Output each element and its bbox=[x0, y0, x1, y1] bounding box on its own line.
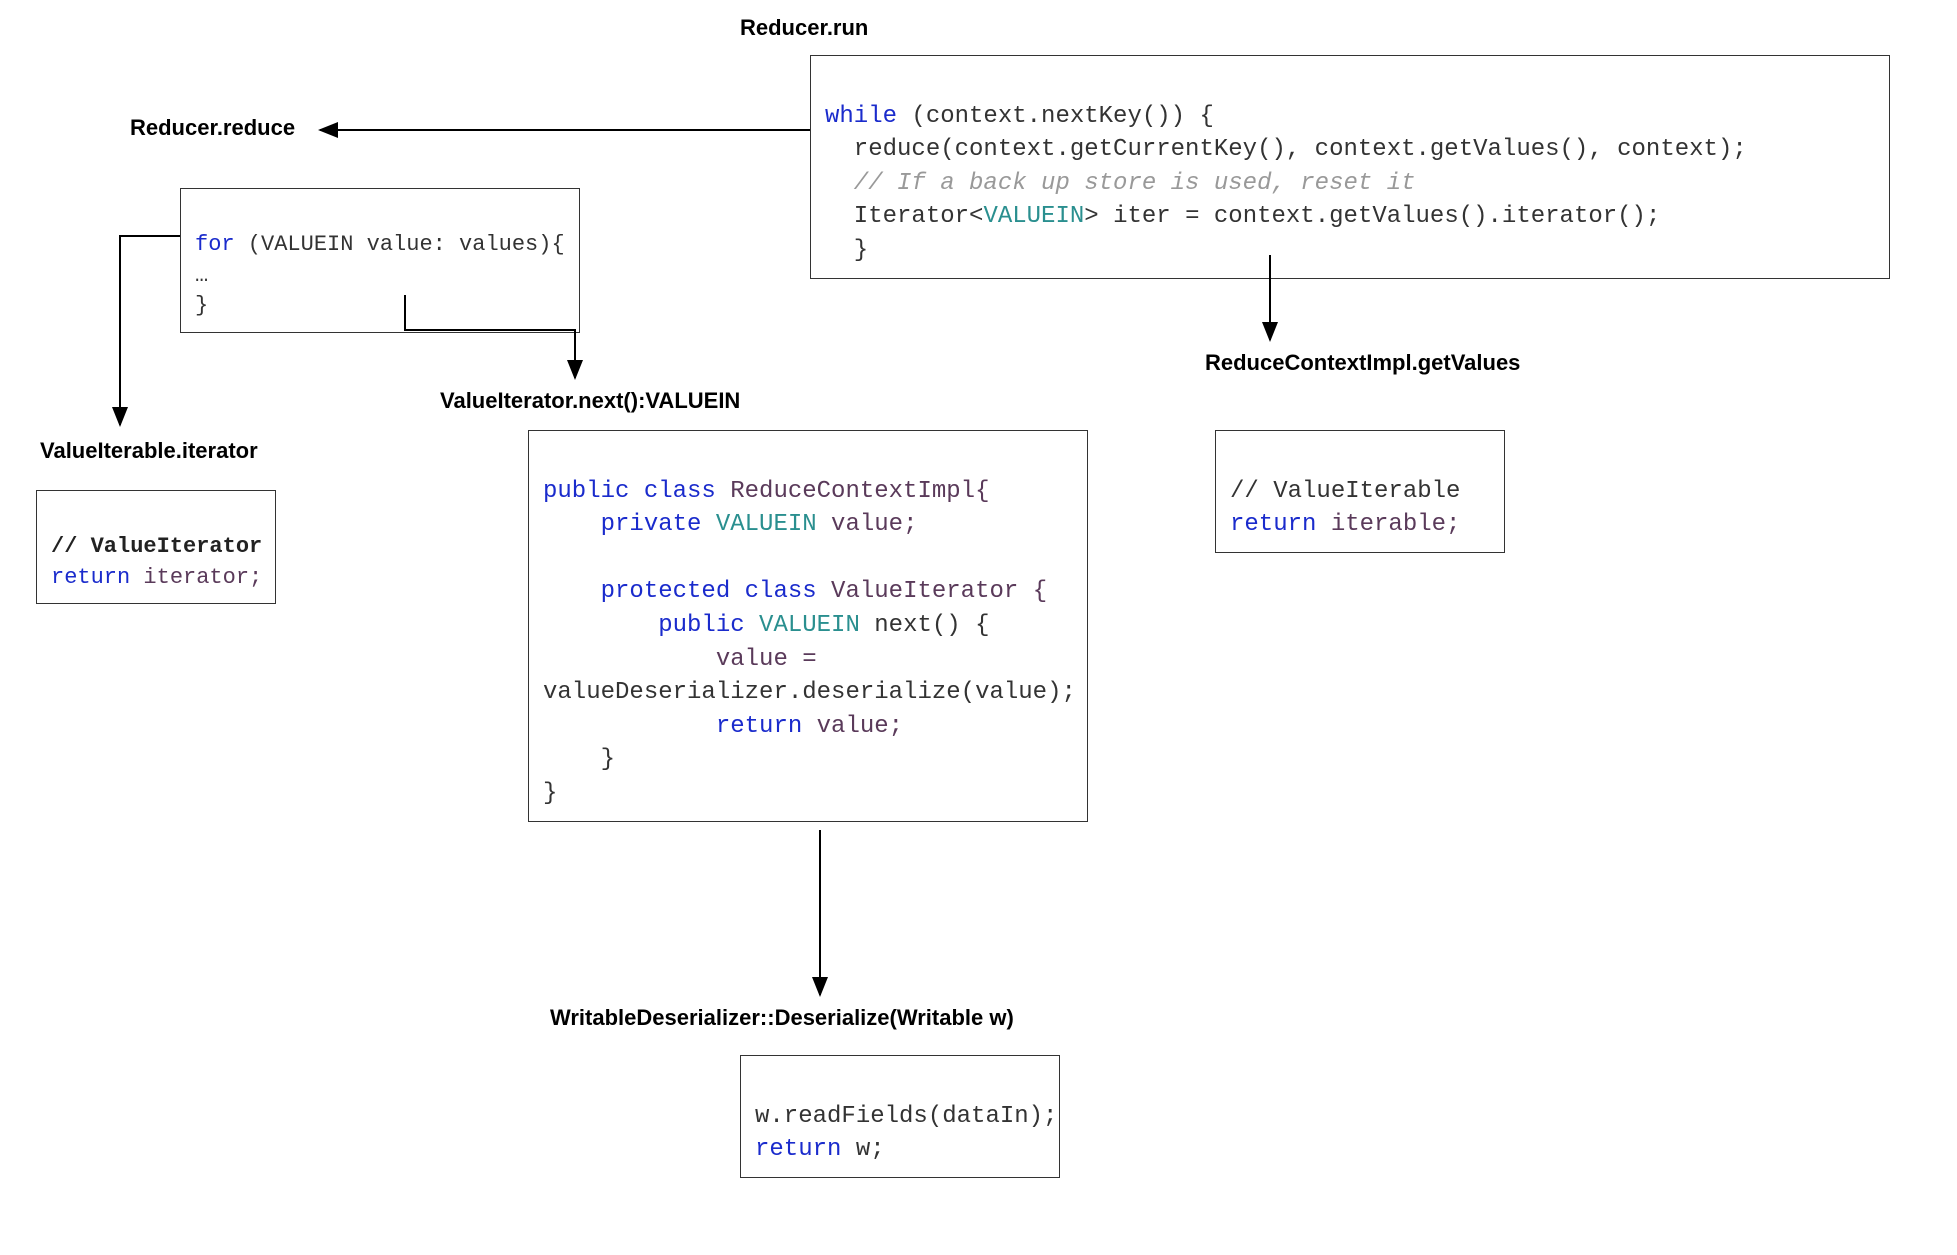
type: VALUEIN bbox=[701, 511, 816, 538]
comment: // ValueIterator bbox=[51, 534, 262, 559]
kw-return: return bbox=[543, 713, 802, 740]
class-name: ValueIterator { bbox=[817, 578, 1047, 605]
kw-public-class: public class bbox=[543, 478, 716, 505]
title-deserialize: WritableDeserializer::Deserialize(Writab… bbox=[550, 1005, 1014, 1031]
text: next() { bbox=[860, 612, 990, 639]
title-value-iterator-next: ValueIterator.next():VALUEIN bbox=[440, 388, 740, 414]
kw-return: return bbox=[755, 1136, 841, 1163]
codebox-reduce-context-impl: public class ReduceContextImpl{ private … bbox=[528, 430, 1088, 822]
text: w; bbox=[841, 1136, 884, 1163]
comment: // ValueIterable bbox=[1230, 478, 1460, 505]
kw-return: return bbox=[51, 565, 130, 590]
text: > iter = context.getValues().iterator(); bbox=[1084, 203, 1660, 230]
text: value; bbox=[817, 511, 918, 538]
codebox-getvalues: // ValueIterable return iterable; bbox=[1215, 430, 1505, 553]
codebox-reducer-reduce: for (VALUEIN value: values){ … } bbox=[180, 188, 580, 333]
comment: // If a back up store is used, reset it bbox=[825, 170, 1416, 197]
codebox-iterable: // ValueIterator return iterator; bbox=[36, 490, 276, 604]
type: VALUEIN bbox=[745, 612, 860, 639]
kw-private: private bbox=[543, 511, 701, 538]
text: value = bbox=[543, 646, 817, 673]
text: iterator; bbox=[130, 565, 262, 590]
text: w.readFields(dataIn); bbox=[755, 1103, 1057, 1130]
title-reducer-run: Reducer.run bbox=[740, 15, 868, 41]
kw-for: for bbox=[195, 232, 235, 257]
title-value-iterable: ValueIterable.iterator bbox=[40, 438, 258, 464]
text: reduce(context.getCurrentKey(), context.… bbox=[825, 136, 1747, 163]
text: … bbox=[195, 263, 208, 288]
text: } bbox=[543, 780, 557, 807]
codebox-deserialize: w.readFields(dataIn); return w; bbox=[740, 1055, 1060, 1178]
text: } bbox=[195, 293, 208, 318]
text: Iterator< bbox=[825, 203, 983, 230]
kw-public: public bbox=[543, 612, 745, 639]
text: (context.nextKey()) { bbox=[897, 103, 1214, 130]
text: valueDeserializer.deserialize(value); bbox=[543, 679, 1076, 706]
text: (VALUEIN value: values){ bbox=[235, 232, 565, 257]
title-getvalues: ReduceContextImpl.getValues bbox=[1205, 350, 1520, 376]
text: value; bbox=[802, 713, 903, 740]
text: } bbox=[543, 746, 615, 773]
kw-while: while bbox=[825, 103, 897, 130]
kw-return: return bbox=[1230, 511, 1316, 538]
class-name: ReduceContextImpl{ bbox=[716, 478, 990, 505]
type: VALUEIN bbox=[983, 203, 1084, 230]
title-reducer-reduce: Reducer.reduce bbox=[130, 115, 295, 141]
codebox-reducer-run: while (context.nextKey()) { reduce(conte… bbox=[810, 55, 1890, 279]
kw-protected-class: protected class bbox=[543, 578, 817, 605]
text: } bbox=[825, 237, 868, 264]
text: iterable; bbox=[1316, 511, 1460, 538]
